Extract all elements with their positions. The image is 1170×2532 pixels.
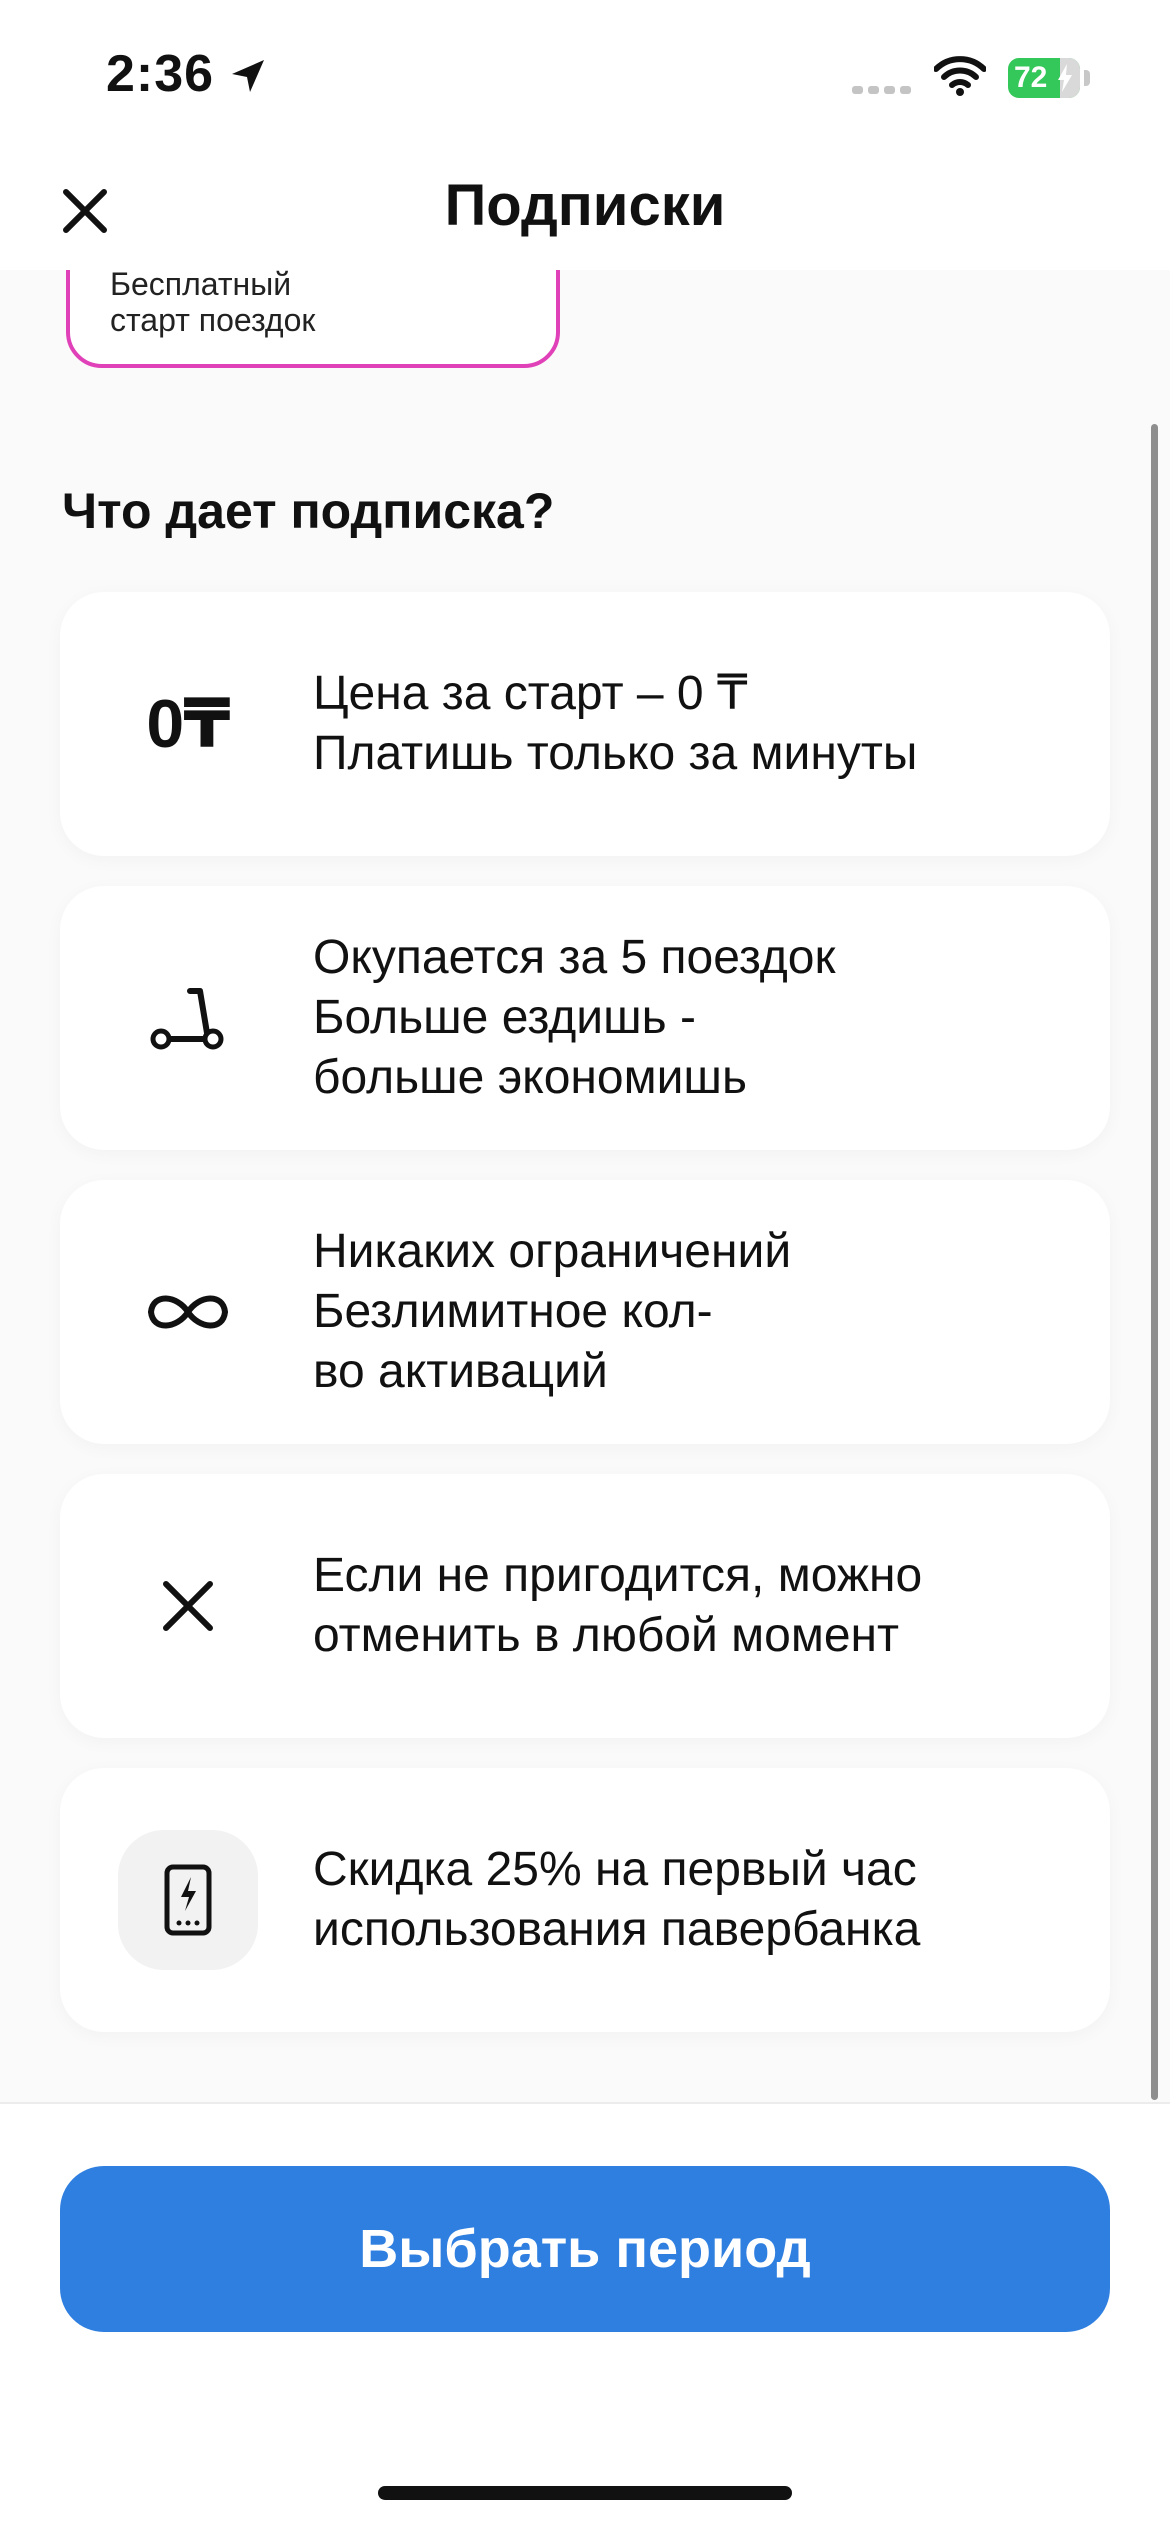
feature-text: Скидка 25% на первый час использования п… [313,1768,1073,2032]
feature-text: Цена за старт – 0 ₸ Платишь только за ми… [313,592,1073,856]
powerbank-icon [118,1830,258,1970]
home-indicator[interactable] [378,2486,792,2500]
battery-cap [1084,70,1090,86]
scrollbar[interactable] [1151,424,1158,2100]
feature-title: Если не пригодится, можно [313,1549,923,1602]
feature-description-cont: больше экономишь [313,1051,747,1104]
battery-icon: 72 [1008,58,1080,98]
feature-card-powerbank-discount: Скидка 25% на первый час использования п… [60,1768,1110,2032]
feature-title: Цена за старт – 0 ₸ [313,667,748,720]
plan-card-line2: старт поездок [110,302,316,338]
location-arrow-icon [232,60,264,92]
signal-icon [852,86,911,94]
plan-card-line1: Бесплатный [110,270,292,302]
feature-text: Если не пригодится, можно отменить в люб… [313,1474,1073,1738]
feature-title: Никаких ограничений [313,1225,792,1278]
section-title: Что дает подписка? [62,483,555,539]
feature-title: Окупается за 5 поездок [313,931,836,984]
feature-text: Окупается за 5 поездок Больше ездишь - б… [313,886,1073,1150]
status-bar: 2:36 72 [0,0,1170,150]
page-title: Подписки [444,173,726,238]
cancel-icon [118,1536,258,1676]
charging-bolt-icon [1058,64,1072,92]
battery-level: 72 [1014,61,1048,94]
feature-card-unlimited: Никаких ограничений Безлимитное кол- во … [60,1180,1110,1444]
feature-card-payback: Окупается за 5 поездок Больше ездишь - б… [60,886,1110,1150]
feature-description-cont: во активаций [313,1345,608,1398]
bottom-action-bar: Выбрать период [0,2102,1170,2532]
feature-card-zero-start: 0₸ Цена за старт – 0 ₸ Платишь только за… [60,592,1110,856]
feature-text: Никаких ограничений Безлимитное кол- во … [313,1180,1073,1444]
wifi-icon [934,56,986,96]
zero-price-label: 0₸ [146,685,230,762]
feature-card-cancel-anytime: Если не пригодится, можно отменить в люб… [60,1474,1110,1738]
zero-price-icon: 0₸ [118,654,258,794]
feature-description: Больше ездишь - [313,991,696,1044]
nav-header: Подписки [0,150,1170,270]
subscriptions-screen: 2:36 72 Подписки Бесплатный старт поездо… [0,0,1170,2532]
feature-description: использования павербанка [313,1903,921,1956]
feature-description: Безлимитное кол- [313,1285,713,1338]
feature-description: Платишь только за минуты [313,727,918,780]
feature-description: отменить в любой момент [313,1609,900,1662]
feature-title: Скидка 25% на первый час [313,1843,917,1896]
plan-card-free-start[interactable]: Бесплатный старт поездок [66,270,560,368]
scroll-content[interactable]: Бесплатный старт поездок Что дает подпис… [0,270,1170,2102]
scooter-icon [118,948,258,1088]
choose-period-button[interactable]: Выбрать период [60,2166,1110,2332]
status-time: 2:36 [106,45,215,103]
infinity-icon [118,1242,258,1382]
